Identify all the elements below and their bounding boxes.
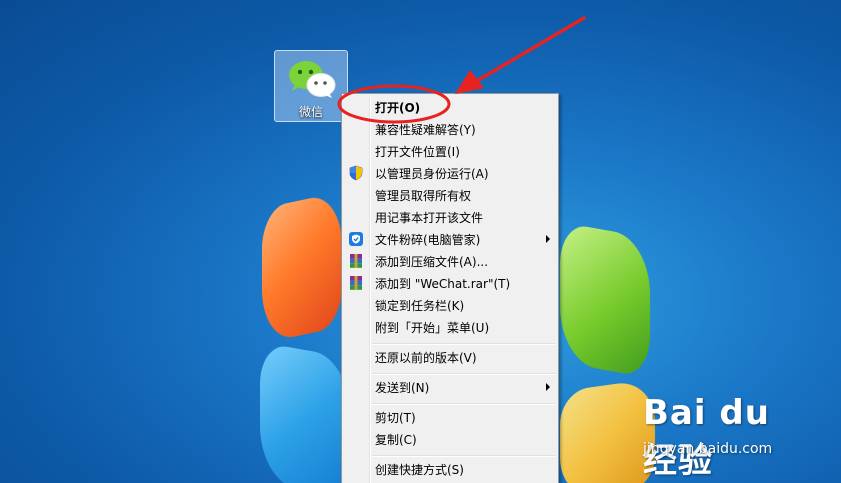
submenu-arrow-icon	[546, 383, 550, 391]
menu-item-pin-to-taskbar[interactable]: 锁定到任务栏(K)	[344, 294, 556, 316]
menu-item-label: 打开文件位置(I)	[375, 145, 460, 159]
menu-item-label: 以管理员身份运行(A)	[375, 167, 489, 181]
desktop-icon-wechat[interactable]: 微信	[274, 50, 348, 122]
menu-item-cut[interactable]: 剪切(T)	[344, 406, 556, 428]
menu-item-label: 剪切(T)	[375, 411, 416, 425]
menu-item-label: 添加到 "WeChat.rar"(T)	[375, 277, 511, 291]
menu-item-label: 创建快捷方式(S)	[375, 463, 464, 477]
watermark-logo-text: Bai du 经验	[643, 393, 770, 481]
menu-item-label: 用记事本打开该文件	[375, 211, 484, 225]
winrar-icon	[350, 276, 362, 290]
menu-item-open[interactable]: 打开(O)	[344, 96, 556, 118]
menu-separator	[372, 455, 555, 457]
menu-item-label: 管理员取得所有权	[375, 189, 472, 203]
menu-separator	[372, 403, 555, 405]
menu-item-copy[interactable]: 复制(C)	[344, 428, 556, 450]
windows-logo-yellow-pane	[560, 378, 655, 483]
menu-item-file-shred[interactable]: 文件粉碎(电脑管家)	[344, 228, 556, 250]
menu-item-label: 文件粉碎(电脑管家)	[375, 233, 481, 247]
menu-item-label: 附到「开始」菜单(U)	[375, 321, 490, 335]
menu-separator	[372, 373, 555, 375]
menu-item-add-to-wechat-rar[interactable]: 添加到 "WeChat.rar"(T)	[344, 272, 556, 294]
windows-logo-red-pane	[262, 191, 342, 344]
menu-item-label: 兼容性疑难解答(Y)	[375, 123, 476, 137]
menu-item-label: 还原以前的版本(V)	[375, 351, 477, 365]
menu-item-open-with-notepad[interactable]: 用记事本打开该文件	[344, 206, 556, 228]
desktop-icon-label: 微信	[298, 105, 323, 119]
windows-logo-green-pane	[560, 222, 650, 378]
menu-item-send-to[interactable]: 发送到(N)	[344, 376, 556, 398]
windows-logo-blue-pane	[260, 342, 350, 483]
menu-item-restore-previous-versions[interactable]: 还原以前的版本(V)	[344, 346, 556, 368]
pc-manager-shield-icon	[349, 232, 363, 246]
menu-item-compatibility-troubleshoot[interactable]: 兼容性疑难解答(Y)	[344, 118, 556, 140]
menu-item-add-to-archive[interactable]: 添加到压缩文件(A)...	[344, 250, 556, 272]
menu-separator	[372, 343, 555, 345]
context-menu: 打开(O) 兼容性疑难解答(Y) 打开文件位置(I) 以管理员身份运行(A) 管…	[341, 93, 559, 483]
menu-item-open-file-location[interactable]: 打开文件位置(I)	[344, 140, 556, 162]
menu-item-create-shortcut[interactable]: 创建快捷方式(S)	[344, 458, 556, 480]
menu-item-label: 发送到(N)	[375, 381, 430, 395]
watermark-url: jingyan.baidu.com	[643, 441, 773, 457]
desktop: 微信 打开(O) 兼容性疑难解答(Y) 打开文件位置(I) 以管理员身份运行(A…	[0, 0, 841, 483]
submenu-arrow-icon	[546, 235, 550, 243]
menu-item-take-ownership[interactable]: 管理员取得所有权	[344, 184, 556, 206]
uac-shield-icon	[349, 165, 363, 181]
annotation-arrow-icon	[455, 16, 586, 94]
menu-item-run-as-admin[interactable]: 以管理员身份运行(A)	[344, 162, 556, 184]
menu-item-pin-to-start-menu[interactable]: 附到「开始」菜单(U)	[344, 316, 556, 338]
baidu-jingyan-watermark: Bai du 经验 jingyan.baidu.com	[643, 393, 793, 481]
menu-item-label: 添加到压缩文件(A)...	[375, 255, 489, 269]
menu-item-label: 复制(C)	[375, 433, 417, 447]
menu-item-label: 锁定到任务栏(K)	[375, 299, 465, 313]
wechat-icon	[289, 61, 336, 98]
winrar-icon	[350, 254, 362, 268]
menu-item-label: 打开(O)	[375, 101, 421, 115]
